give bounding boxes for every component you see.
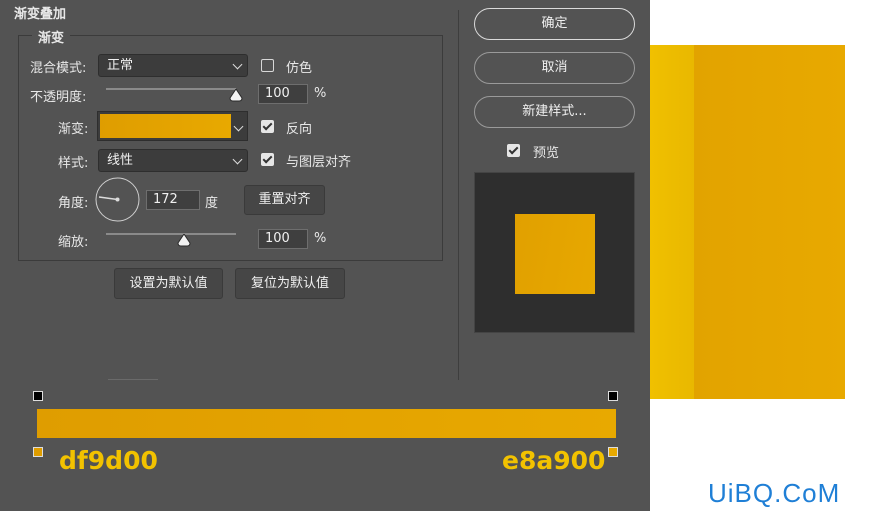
chevron-down-icon xyxy=(232,154,243,164)
gradient-swatch[interactable] xyxy=(100,114,231,138)
gradient-label: 渐变: xyxy=(58,122,89,137)
gradient-picker[interactable] xyxy=(97,111,248,141)
blend-mode-select[interactable]: 正常 xyxy=(98,54,248,77)
angle-dial[interactable] xyxy=(95,177,140,222)
preview-thumbnail xyxy=(474,172,635,333)
section-divider xyxy=(458,10,459,380)
dither-checkbox[interactable] xyxy=(261,59,274,72)
style-label: 样式: xyxy=(58,156,89,171)
chevron-down-icon xyxy=(232,59,243,69)
canvas-layer-fill xyxy=(694,45,845,399)
style-select[interactable]: 线性 xyxy=(98,149,248,172)
layer-style-dialog: 渐变叠加 渐变 混合模式: 正常 仿色 不透明度: 100 % 渐变: 反向 样… xyxy=(0,0,650,511)
preview-checkbox[interactable] xyxy=(507,144,520,157)
gradient-editor-tab-line xyxy=(108,379,158,380)
ok-button[interactable]: 确定 xyxy=(474,8,635,40)
scale-unit: % xyxy=(314,231,327,246)
color-stop-right[interactable] xyxy=(608,447,618,457)
preview-swatch xyxy=(515,214,595,294)
angle-input[interactable]: 172 xyxy=(146,190,200,210)
opacity-slider-thumb[interactable] xyxy=(229,88,243,102)
opacity-stop-left[interactable] xyxy=(33,391,43,401)
reverse-checkbox[interactable] xyxy=(261,120,274,133)
scale-label: 缩放: xyxy=(58,235,89,250)
dither-label: 仿色 xyxy=(286,61,313,76)
align-with-layer-label: 与图层对齐 xyxy=(286,155,352,170)
opacity-stop-right[interactable] xyxy=(608,391,618,401)
reverse-label: 反向 xyxy=(286,122,313,137)
gradient-bar[interactable] xyxy=(37,409,616,438)
reset-align-button[interactable]: 重置对齐 xyxy=(244,185,325,215)
angle-label: 角度: xyxy=(58,196,89,211)
preview-label: 预览 xyxy=(533,146,560,161)
set-default-button[interactable]: 设置为默认值 xyxy=(114,268,223,299)
section-title: 渐变叠加 xyxy=(14,7,67,22)
chevron-down-icon xyxy=(233,121,244,132)
opacity-input[interactable]: 100 xyxy=(258,84,308,104)
style-value: 线性 xyxy=(107,153,134,168)
canvas-stripe xyxy=(650,45,694,399)
color-stop-left[interactable] xyxy=(33,447,43,457)
scale-input[interactable]: 100 xyxy=(258,229,308,249)
scale-slider-thumb[interactable] xyxy=(177,233,191,247)
opacity-slider-track[interactable] xyxy=(106,88,236,90)
end-color-hex: e8a900 xyxy=(502,446,606,475)
scale-slider-track[interactable] xyxy=(106,233,236,235)
watermark: UiBQ.CoM xyxy=(708,478,841,508)
angle-unit: 度 xyxy=(205,196,219,211)
cancel-button[interactable]: 取消 xyxy=(474,52,635,84)
blend-mode-label: 混合模式: xyxy=(30,61,87,76)
align-with-layer-checkbox[interactable] xyxy=(261,153,274,166)
opacity-unit: % xyxy=(314,86,327,101)
reset-default-button[interactable]: 复位为默认值 xyxy=(235,268,345,299)
opacity-label: 不透明度: xyxy=(30,90,87,105)
group-title: 渐变 xyxy=(32,27,71,46)
blend-mode-value: 正常 xyxy=(107,58,134,73)
start-color-hex: df9d00 xyxy=(59,446,158,475)
new-style-button[interactable]: 新建样式... xyxy=(474,96,635,128)
